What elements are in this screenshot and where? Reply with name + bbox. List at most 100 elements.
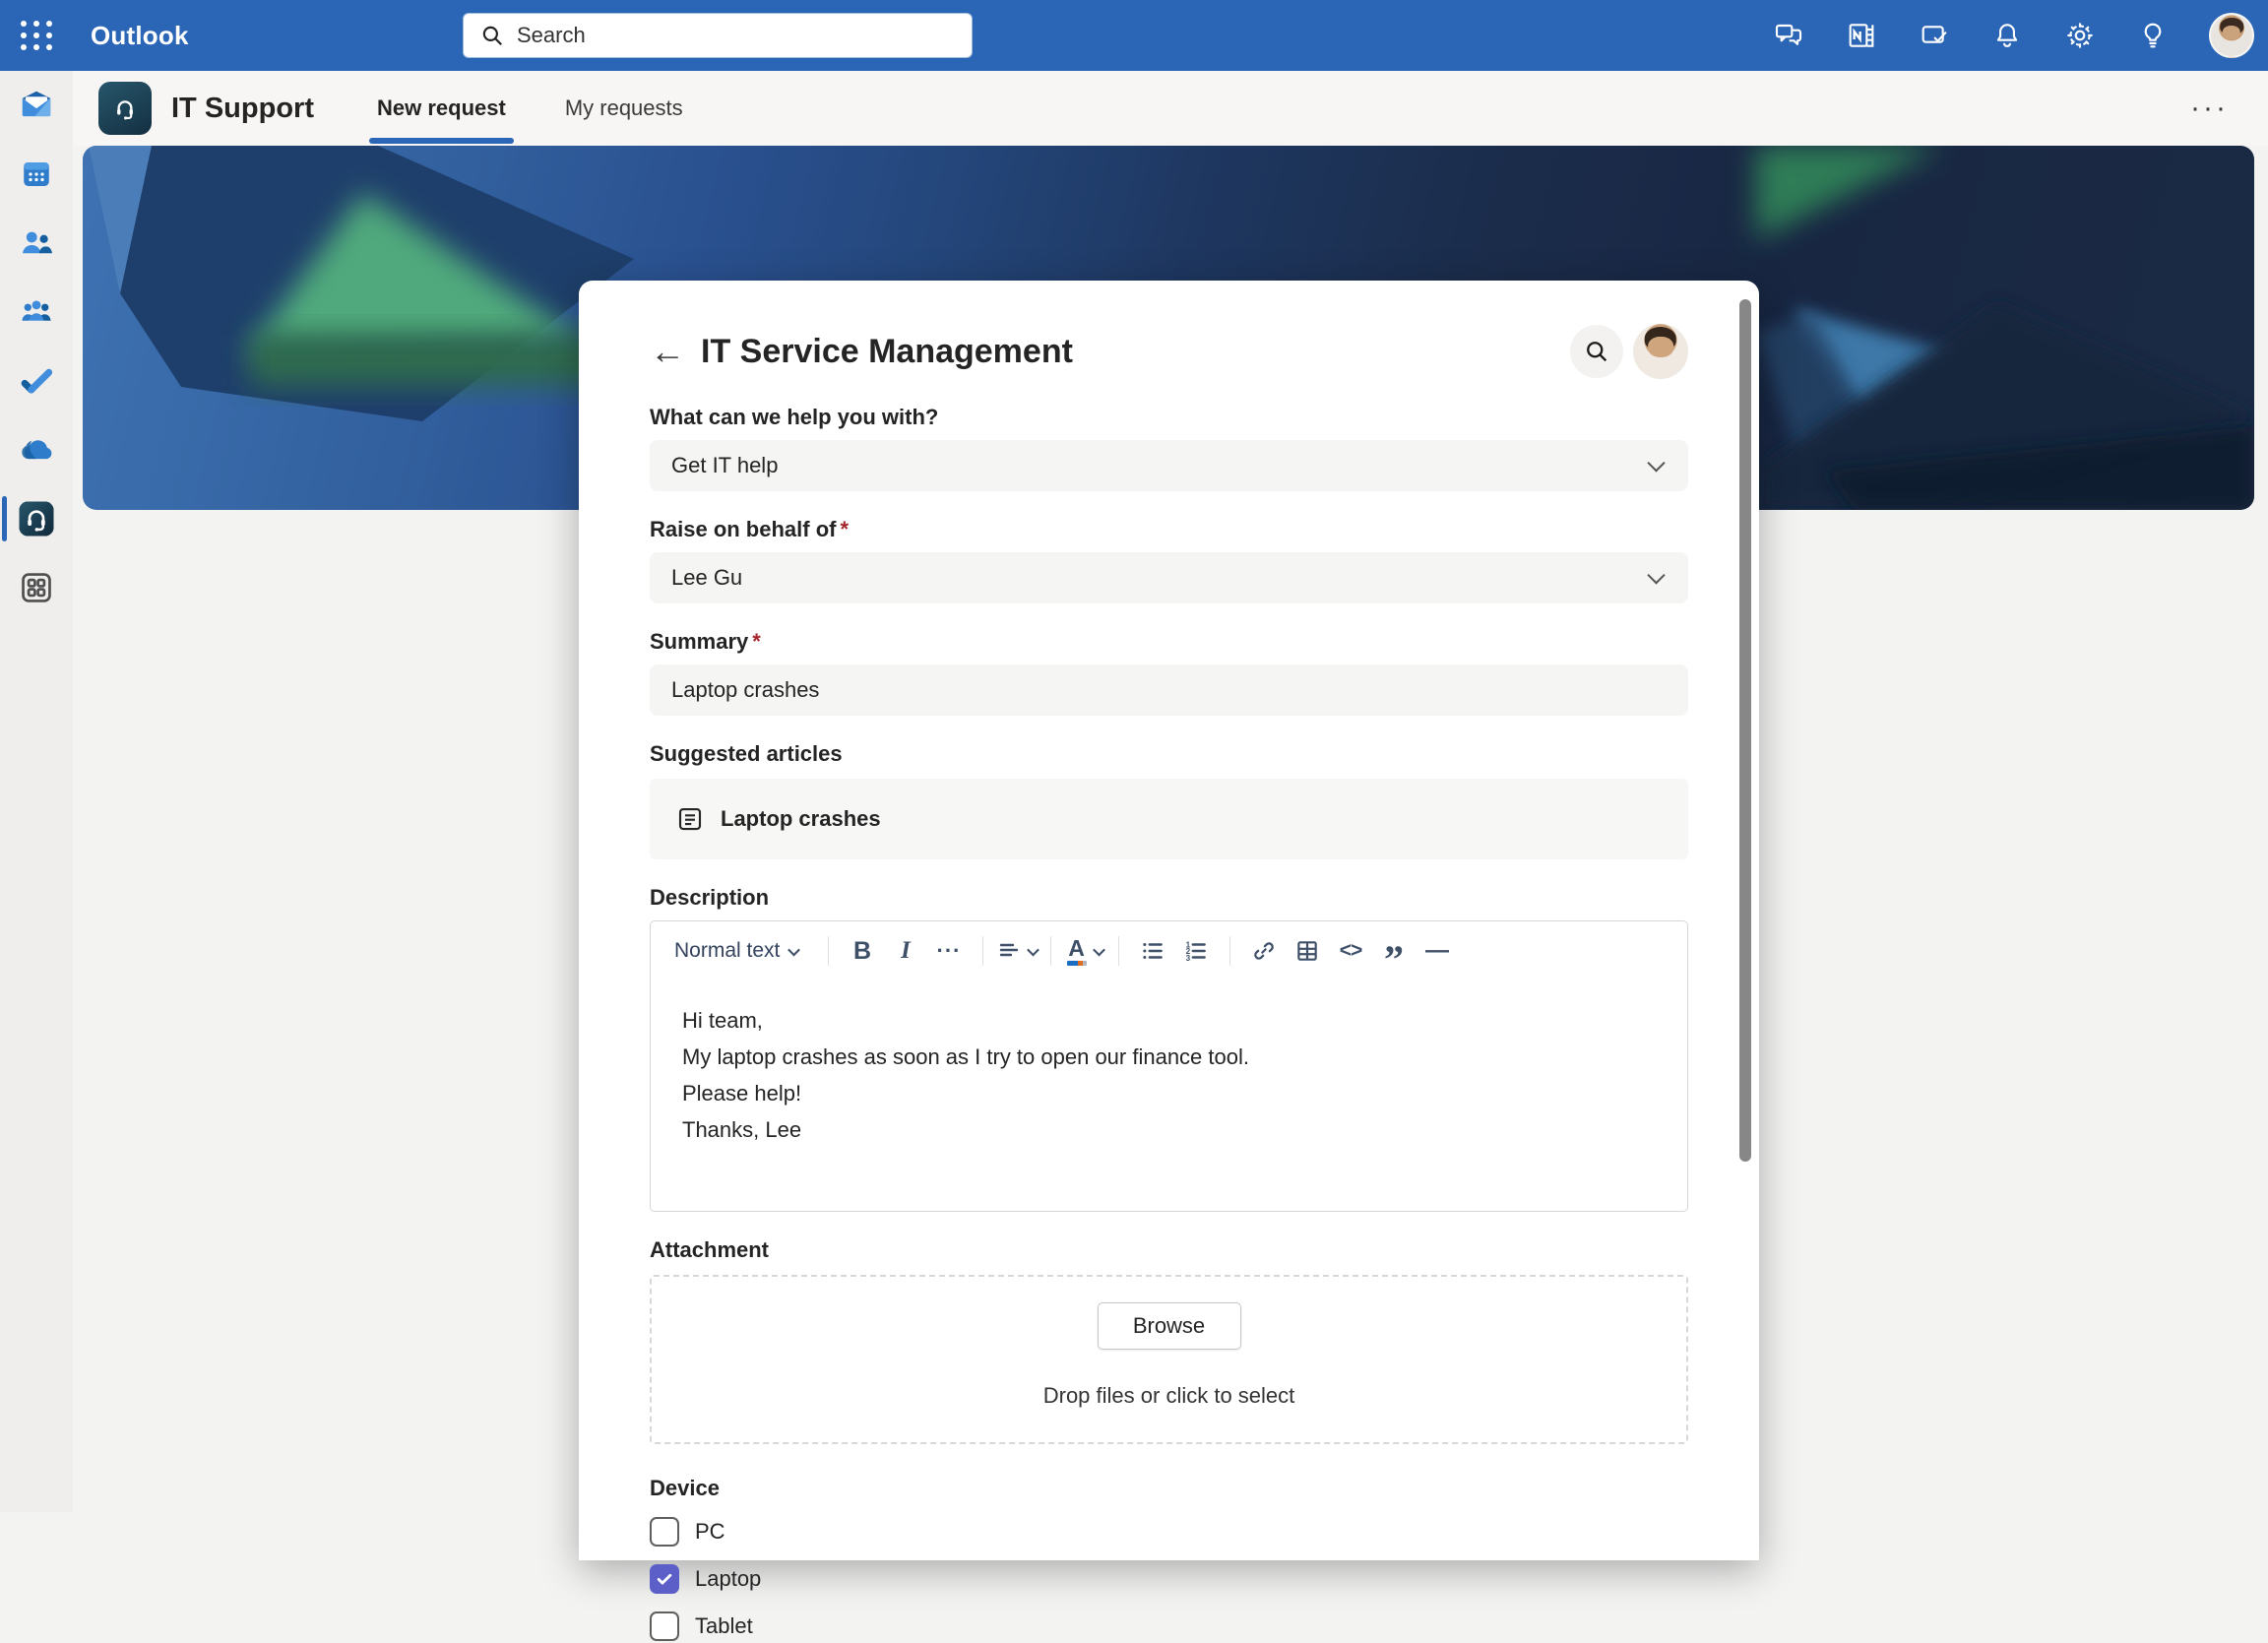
- attachment-label: Attachment: [650, 1237, 1688, 1263]
- sidebar-item-it-support[interactable]: [0, 484, 73, 553]
- back-button[interactable]: ←: [650, 331, 693, 372]
- dialog-title: IT Service Management: [701, 333, 1073, 371]
- help-with-value: Get IT help: [671, 453, 778, 478]
- dialog-scrollbar[interactable]: [1739, 299, 1751, 1162]
- chevron-down-icon: [1647, 566, 1665, 584]
- tips-lightbulb-icon[interactable]: [2136, 19, 2170, 52]
- checkbox-unchecked-icon: [650, 1517, 679, 1547]
- divider-button[interactable]: —: [1416, 929, 1459, 973]
- sidebar-item-todo[interactable]: [0, 347, 73, 415]
- numbered-list-icon: 123: [1183, 938, 1209, 964]
- description-text-area[interactable]: Hi team, My laptop crashes as soon as I …: [651, 980, 1687, 1181]
- it-support-headset-icon: [16, 498, 57, 539]
- settings-gear-icon[interactable]: [2063, 19, 2097, 52]
- topbar-actions: [1772, 0, 2254, 71]
- description-line: Thanks, Lee: [682, 1117, 1656, 1143]
- left-app-rail: [0, 71, 73, 1512]
- suggested-article-title: Laptop crashes: [721, 806, 881, 832]
- sidebar-item-people[interactable]: [0, 209, 73, 278]
- description-line: Please help!: [682, 1081, 1656, 1106]
- sidebar-item-more-apps[interactable]: [0, 553, 73, 622]
- text-color-dropdown[interactable]: A: [1063, 929, 1106, 973]
- device-option-laptop[interactable]: Laptop: [650, 1562, 1688, 1596]
- todo-tasks-icon[interactable]: [1918, 19, 1951, 52]
- people-icon: [18, 224, 55, 262]
- outlook-top-bar: Outlook: [0, 0, 2268, 71]
- onedrive-cloud-icon: [17, 430, 56, 470]
- chevron-down-icon: [1093, 943, 1105, 956]
- summary-input[interactable]: Laptop crashes: [650, 664, 1688, 716]
- description-label: Description: [650, 885, 1688, 911]
- raise-on-behalf-select[interactable]: Lee Gu: [650, 552, 1688, 603]
- feedback-chat-icon[interactable]: [1772, 19, 1805, 52]
- search-input[interactable]: [517, 23, 956, 48]
- link-icon: [1251, 938, 1277, 964]
- search-icon: [1583, 338, 1610, 365]
- text-color-icon: A: [1067, 937, 1087, 966]
- tab-new-request[interactable]: New request: [369, 71, 514, 146]
- mail-icon: [18, 87, 55, 124]
- align-left-icon: [997, 939, 1021, 963]
- sidebar-item-mail[interactable]: [0, 71, 73, 140]
- it-support-app-icon: [98, 82, 152, 135]
- sidebar-item-calendar[interactable]: [0, 140, 73, 209]
- onenote-icon[interactable]: [1845, 19, 1878, 52]
- description-line: Hi team,: [682, 1008, 1656, 1034]
- checkbox-checked-icon: [650, 1564, 679, 1594]
- dialog-user-avatar[interactable]: [1633, 324, 1688, 379]
- notifications-bell-icon[interactable]: [1990, 19, 2024, 52]
- description-line: My laptop crashes as soon as I try to op…: [682, 1044, 1656, 1070]
- summary-label: Summary*: [650, 629, 1688, 655]
- align-dropdown[interactable]: [995, 929, 1039, 973]
- more-formatting-button[interactable]: ···: [927, 929, 971, 973]
- device-field: Device PC Laptop Tablet: [650, 1476, 1688, 1643]
- sidebar-item-groups[interactable]: [0, 278, 73, 347]
- device-label: Device: [650, 1476, 1688, 1501]
- bullet-list-button[interactable]: [1131, 929, 1174, 973]
- description-editor[interactable]: Normal text B I ··· A: [650, 920, 1688, 1212]
- tab-my-requests[interactable]: My requests: [557, 71, 691, 146]
- numbered-list-button[interactable]: 123: [1174, 929, 1218, 973]
- more-apps-grid-icon: [18, 569, 55, 606]
- help-with-label: What can we help you with?: [650, 405, 1688, 430]
- raise-on-behalf-label: Raise on behalf of*: [650, 517, 1688, 542]
- raise-on-behalf-value: Lee Gu: [671, 565, 742, 591]
- article-icon: [675, 804, 705, 834]
- chevron-down-icon: [1027, 943, 1040, 956]
- suggested-article-link[interactable]: Laptop crashes: [675, 804, 881, 834]
- checkbox-unchecked-icon: [650, 1611, 679, 1641]
- it-service-management-dialog: ← IT Service Management What can we help…: [579, 281, 1759, 1560]
- calendar-icon: [19, 157, 54, 192]
- help-with-select[interactable]: Get IT help: [650, 440, 1688, 491]
- editor-toolbar: Normal text B I ··· A: [651, 921, 1687, 980]
- search-icon: [479, 23, 505, 48]
- bullet-list-icon: [1140, 938, 1166, 964]
- device-option-tablet[interactable]: Tablet: [650, 1610, 1688, 1643]
- it-support-header: IT Support New request My requests ···: [73, 71, 2268, 146]
- link-button[interactable]: [1242, 929, 1286, 973]
- app-launcher-waffle-icon[interactable]: [0, 0, 73, 71]
- code-block-button[interactable]: <>: [1329, 929, 1372, 973]
- text-style-dropdown[interactable]: Normal text: [668, 929, 816, 973]
- table-button[interactable]: [1286, 929, 1329, 973]
- bold-button[interactable]: B: [841, 929, 884, 973]
- required-asterisk: *: [840, 517, 849, 541]
- todo-check-icon: [18, 362, 55, 400]
- required-asterisk: *: [752, 629, 761, 654]
- global-search-box[interactable]: [463, 13, 973, 58]
- device-option-pc[interactable]: PC: [650, 1515, 1688, 1548]
- table-icon: [1294, 938, 1320, 964]
- italic-button[interactable]: I: [884, 929, 927, 973]
- drop-files-hint: Drop files or click to select: [1043, 1383, 1295, 1409]
- sidebar-item-onedrive[interactable]: [0, 415, 73, 484]
- browse-button[interactable]: Browse: [1098, 1302, 1241, 1350]
- header-more-menu[interactable]: ···: [2190, 98, 2229, 118]
- header-tabs: New request My requests: [369, 71, 734, 146]
- groups-icon: [18, 293, 55, 331]
- svg-text:3: 3: [1186, 954, 1191, 963]
- attachment-dropzone[interactable]: Browse Drop files or click to select: [650, 1275, 1688, 1444]
- quote-button[interactable]: ”: [1372, 929, 1416, 973]
- account-avatar[interactable]: [2209, 13, 2254, 58]
- outlook-app-name: Outlook: [91, 21, 189, 51]
- dialog-search-button[interactable]: [1570, 325, 1623, 378]
